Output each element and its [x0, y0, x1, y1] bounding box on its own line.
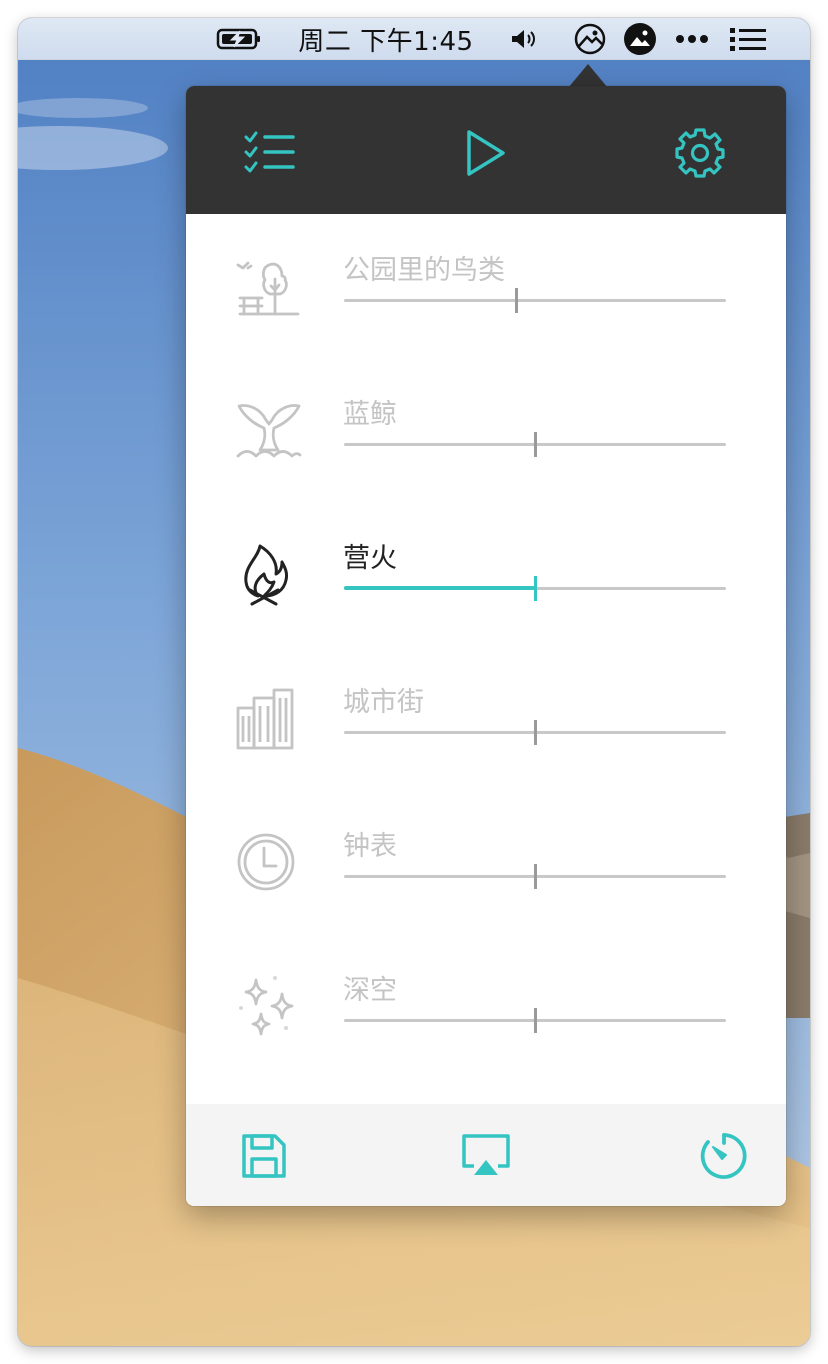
sound-row-space: 深空: [186, 934, 786, 1078]
volume-icon[interactable]: [506, 18, 542, 60]
noizio-app-icon[interactable]: [570, 18, 610, 60]
menu-bar: 周二 下午1:45: [18, 18, 810, 60]
slider-thumb[interactable]: [515, 288, 518, 313]
stars-icon[interactable]: [236, 974, 302, 1040]
sound-list: 公园里的鸟类 蓝鲸 营火 城市街 钟表 深空: [186, 214, 786, 1106]
menubar-clock[interactable]: 周二 下午1:45: [296, 18, 476, 60]
battery-charging-icon[interactable]: [214, 18, 264, 60]
checklist-icon: [244, 131, 295, 173]
volume-slider[interactable]: [344, 994, 726, 1048]
save-icon: [242, 1134, 286, 1178]
timer-button[interactable]: [696, 1128, 752, 1184]
volume-slider[interactable]: [344, 418, 726, 472]
whale-tail-icon[interactable]: [236, 398, 302, 464]
list-icon[interactable]: [726, 18, 770, 60]
airplay-icon: [462, 1134, 510, 1175]
clock-icon[interactable]: [236, 830, 302, 896]
more-dots-icon[interactable]: [672, 18, 712, 60]
sound-row-birds: 公园里的鸟类: [186, 214, 786, 358]
airplay-button[interactable]: [458, 1128, 514, 1184]
slider-thumb[interactable]: [534, 864, 537, 889]
sound-row-campfire: 营火: [186, 502, 786, 646]
sound-row-clock: 钟表: [186, 790, 786, 934]
checklist-button[interactable]: [243, 126, 297, 180]
gear-icon: [675, 128, 725, 178]
volume-slider[interactable]: [344, 850, 726, 904]
slider-thumb[interactable]: [534, 576, 537, 601]
slider-thumb[interactable]: [534, 432, 537, 457]
screen-frame: 周二 下午1:45 公园里的鸟类 蓝鲸 营火 城市街 钟表 深空: [18, 18, 810, 1346]
volume-slider[interactable]: [344, 706, 726, 760]
slider-fill: [344, 586, 535, 590]
timer-icon: [700, 1133, 747, 1179]
save-button[interactable]: [236, 1128, 292, 1184]
city-buildings-icon[interactable]: [236, 686, 302, 752]
settings-button[interactable]: [673, 126, 727, 180]
popover-footer: [186, 1104, 786, 1206]
popover-toolbar: [186, 86, 786, 214]
sound-row-whale: 蓝鲸: [186, 358, 786, 502]
volume-slider[interactable]: [344, 274, 726, 328]
slider-thumb[interactable]: [534, 720, 537, 745]
image-app-icon[interactable]: [620, 18, 660, 60]
slider-track: [344, 299, 726, 302]
sound-row-city: 城市街: [186, 646, 786, 790]
sound-mixer-popover: 公园里的鸟类 蓝鲸 营火 城市街 钟表 深空: [186, 86, 786, 1206]
slider-thumb[interactable]: [534, 1008, 537, 1033]
popover-arrow: [568, 64, 608, 88]
campfire-icon[interactable]: [236, 542, 302, 608]
park-birds-icon[interactable]: [236, 254, 302, 320]
play-icon: [467, 130, 505, 176]
play-button[interactable]: [458, 126, 512, 180]
volume-slider[interactable]: [344, 562, 726, 616]
